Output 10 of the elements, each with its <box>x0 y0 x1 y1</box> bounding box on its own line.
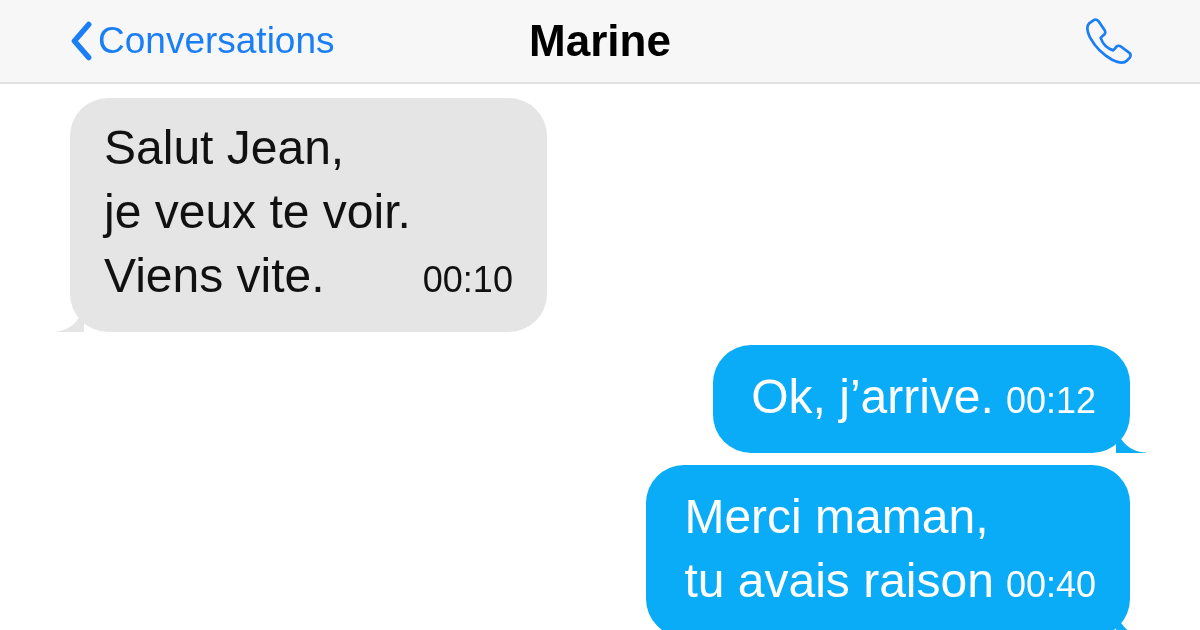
message-time: 00:10 <box>422 259 513 300</box>
message-time: 00:12 <box>1005 380 1096 421</box>
chevron-left-icon <box>70 21 92 61</box>
message-text: Ok, j’arrive. <box>751 369 994 425</box>
phone-icon[interactable] <box>1084 16 1134 66</box>
message-text: Merci maman, tu avais raison <box>684 489 994 609</box>
contact-name: Marine <box>529 16 671 66</box>
message-text: Salut Jean, je veux te voir. Viens vite. <box>104 120 411 304</box>
message-time: 00:40 <box>1005 564 1096 605</box>
back-link[interactable]: Conversations <box>70 20 335 62</box>
